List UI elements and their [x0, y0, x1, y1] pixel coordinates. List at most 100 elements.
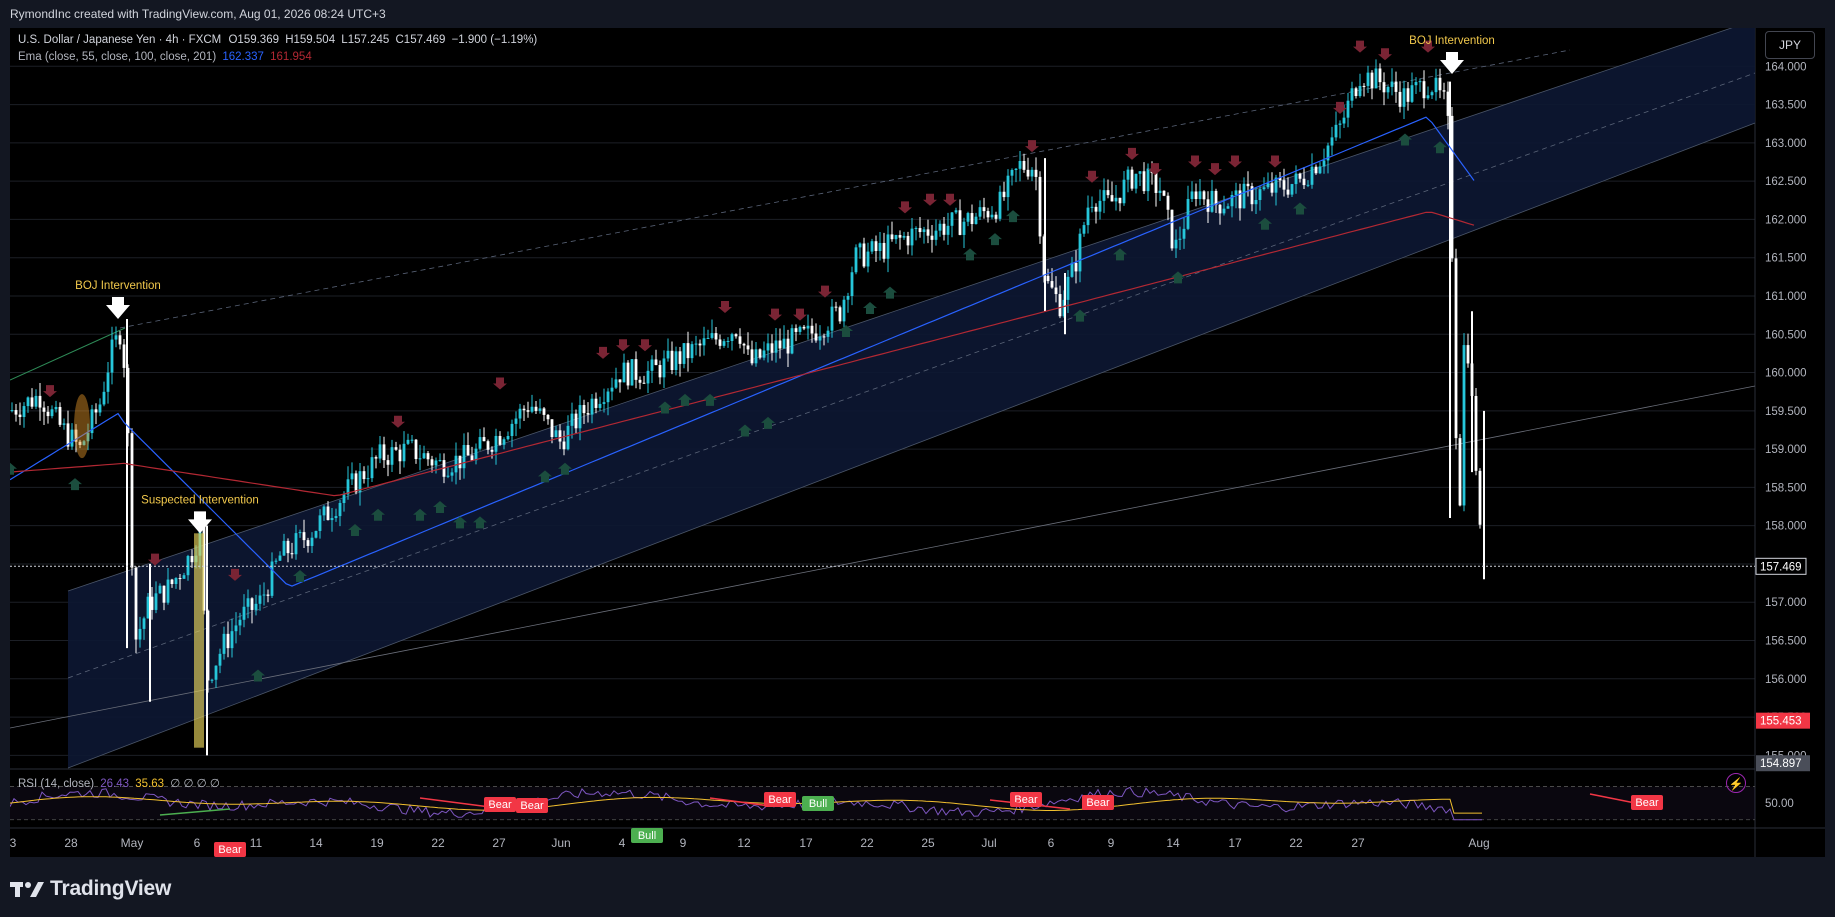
candle-body — [1242, 183, 1246, 209]
rsi-value: 26.43 — [100, 778, 130, 790]
candle-body — [1402, 88, 1406, 107]
branding-bar: TradingView — [0, 857, 1835, 917]
candle-body — [474, 448, 478, 461]
candle-body — [306, 540, 310, 546]
candle-body — [510, 423, 514, 436]
candle-body — [1426, 95, 1430, 99]
candle-body — [102, 391, 106, 405]
candle-body — [750, 349, 754, 364]
candle-body — [1194, 191, 1198, 200]
candle-body — [410, 439, 414, 441]
candle-body — [934, 230, 938, 240]
candle-body — [502, 439, 506, 445]
candle-body — [122, 344, 126, 368]
candle-body — [1022, 160, 1026, 170]
candle-body — [258, 595, 262, 604]
candle-body — [786, 338, 790, 354]
candle-body — [322, 506, 326, 516]
candle-body — [1294, 173, 1298, 185]
candle-body — [38, 395, 42, 408]
candle-body — [230, 631, 234, 649]
candle-body — [990, 214, 994, 218]
candle-body — [782, 338, 786, 349]
time-axis-label: 6 — [194, 836, 201, 850]
candle-body — [190, 556, 194, 563]
candle-body — [1186, 198, 1190, 229]
signal-down-arrow-icon — [793, 308, 807, 321]
candle-body — [1338, 123, 1342, 125]
candle-body — [794, 328, 798, 332]
candle-body — [718, 339, 722, 346]
candle-body — [706, 337, 710, 339]
chart-area[interactable]: 155.000155.500156.000156.500157.000157.5… — [10, 28, 1825, 857]
candle-body — [98, 404, 102, 413]
candle-body — [1138, 171, 1142, 174]
signal-up-arrow-icon — [1006, 210, 1020, 223]
signal-down-arrow-icon — [1353, 40, 1367, 53]
candle-body — [350, 473, 354, 480]
signal-up-arrow-icon — [863, 301, 877, 314]
candle-body — [590, 398, 594, 415]
candle-body — [806, 325, 810, 329]
candle-body — [334, 516, 338, 519]
candle-body — [1378, 68, 1382, 83]
time-axis-label: 27 — [1351, 836, 1365, 850]
candle-body — [538, 408, 542, 411]
candle-body — [1474, 395, 1478, 471]
tradingview-logo-icon — [10, 882, 44, 897]
time-axis-label: 9 — [1108, 836, 1115, 850]
chart-canvas[interactable]: 155.000155.500156.000156.500157.000157.5… — [10, 28, 1825, 857]
candle-body — [910, 228, 914, 246]
time-axis-label: 4 — [619, 836, 626, 850]
candle-body — [1162, 190, 1166, 196]
signal-down-arrow-icon — [768, 308, 782, 321]
candle-body — [570, 413, 574, 426]
candle-body — [1006, 175, 1010, 198]
candle-body — [906, 235, 910, 246]
candle-body — [694, 343, 698, 345]
currency-button[interactable]: JPY — [1765, 31, 1815, 59]
candle-body — [1418, 81, 1422, 83]
candle-body — [758, 349, 762, 358]
candle-body — [622, 362, 626, 383]
candle-body — [1126, 169, 1130, 180]
candle-body — [1434, 77, 1438, 93]
candle-body — [1038, 176, 1042, 237]
lightning-icon[interactable]: ⚡ — [1726, 773, 1746, 793]
candle-body — [974, 216, 978, 225]
candle-body — [618, 379, 622, 383]
candle-body — [298, 532, 302, 534]
candle-body — [1106, 190, 1110, 196]
candle-body — [722, 341, 726, 346]
candle-body — [1078, 233, 1082, 272]
candle-body — [262, 594, 266, 596]
candle-body — [1158, 190, 1162, 193]
candle-body — [522, 408, 526, 411]
tradingview-logo[interactable]: TradingView — [10, 877, 171, 901]
candle-body — [1134, 173, 1138, 189]
divergence-label: Bear — [768, 794, 792, 806]
ema-label: Ema (close, 55, close, 100, close, 201) — [18, 51, 217, 63]
candle-body — [526, 410, 530, 412]
candle-body — [158, 585, 162, 594]
candle-body — [18, 414, 22, 418]
price-axis-label: 156.000 — [1765, 674, 1807, 686]
candle-body — [134, 567, 138, 640]
candle-body — [1454, 258, 1458, 439]
candle-body — [490, 449, 494, 452]
candle-body — [250, 598, 254, 610]
candle-body — [938, 223, 942, 231]
candle-body — [1222, 208, 1226, 214]
candle-body — [46, 411, 50, 417]
candle-body — [962, 221, 966, 235]
candle-body — [1122, 179, 1126, 204]
candle-body — [878, 242, 882, 251]
candle-body — [954, 210, 958, 213]
candle-body — [302, 532, 306, 541]
candle-body — [1366, 72, 1370, 86]
candle-body — [254, 603, 258, 610]
candle-body — [1094, 206, 1098, 212]
candle-body — [642, 382, 646, 384]
candle-body — [1182, 228, 1186, 239]
signal-down-arrow-icon — [493, 377, 507, 390]
